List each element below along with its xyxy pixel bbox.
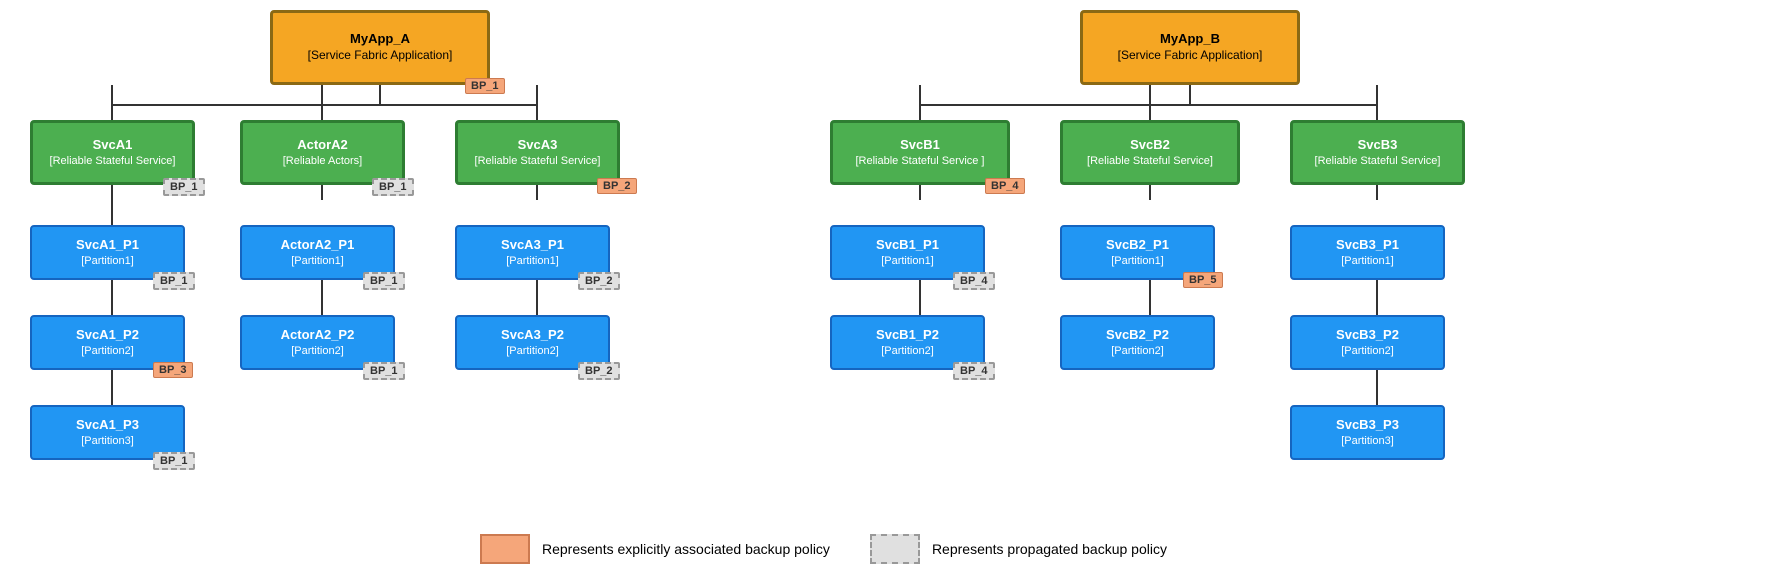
badge-svcb1: BP_4	[985, 178, 1025, 194]
partition-svcb3-p2: SvcB3_P2 [Partition2]	[1290, 315, 1445, 370]
badge-actora2-p2: BP_1	[363, 362, 405, 380]
svca1-p3-title: SvcA1_P3	[76, 417, 139, 434]
svca3-p1-title: SvcA3_P1	[501, 237, 564, 254]
app-myapp-b: MyApp_B [Service Fabric Application]	[1080, 10, 1300, 85]
actora2-subtitle: [Reliable Actors]	[283, 154, 362, 168]
app-myapp-a-title: MyApp_A	[350, 31, 410, 48]
svcb1-p1-subtitle: [Partition1]	[881, 254, 934, 268]
svcb3-p1-title: SvcB3_P1	[1336, 237, 1399, 254]
svcb3-title: SvcB3	[1358, 137, 1398, 154]
svcb1-p1-title: SvcB1_P1	[876, 237, 939, 254]
actora2-p2-title: ActorA2_P2	[281, 327, 355, 344]
legend-orange-label: Represents explicitly associated backup …	[542, 541, 830, 557]
svca3-title: SvcA3	[518, 137, 558, 154]
svca1-p1-subtitle: [Partition1]	[81, 254, 134, 268]
svcb1-subtitle: [Reliable Stateful Service ]	[855, 154, 984, 168]
service-svca1: SvcA1 [Reliable Stateful Service]	[30, 120, 195, 185]
svcb1-p2-subtitle: [Partition2]	[881, 344, 934, 358]
badge-svca3-p1: BP_2	[578, 272, 620, 290]
app-myapp-b-title: MyApp_B	[1160, 31, 1220, 48]
service-svcb3: SvcB3 [Reliable Stateful Service]	[1290, 120, 1465, 185]
badge-actora2-p1: BP_1	[363, 272, 405, 290]
svca1-p2-subtitle: [Partition2]	[81, 344, 134, 358]
svcb3-p1-subtitle: [Partition1]	[1341, 254, 1394, 268]
svcb2-p1-title: SvcB2_P1	[1106, 237, 1169, 254]
svcb3-p2-subtitle: [Partition2]	[1341, 344, 1394, 358]
svca3-p2-title: SvcA3_P2	[501, 327, 564, 344]
svcb3-p3-title: SvcB3_P3	[1336, 417, 1399, 434]
svcb1-p2-title: SvcB1_P2	[876, 327, 939, 344]
svcb1-title: SvcB1	[900, 137, 940, 154]
svca1-subtitle: [Reliable Stateful Service]	[50, 154, 176, 168]
actora2-p1-title: ActorA2_P1	[281, 237, 355, 254]
actora2-title: ActorA2	[297, 137, 348, 154]
badge-svca3: BP_2	[597, 178, 637, 194]
svcb2-p2-subtitle: [Partition2]	[1111, 344, 1164, 358]
svcb2-title: SvcB2	[1130, 137, 1170, 154]
app-myapp-b-subtitle: [Service Fabric Application]	[1118, 48, 1263, 64]
svcb3-subtitle: [Reliable Stateful Service]	[1315, 154, 1441, 168]
svca3-subtitle: [Reliable Stateful Service]	[475, 154, 601, 168]
badge-actora2: BP_1	[372, 178, 414, 196]
legend-gray: Represents propagated backup policy	[870, 534, 1167, 564]
legend-gray-label: Represents propagated backup policy	[932, 541, 1167, 557]
app-myapp-a-subtitle: [Service Fabric Application]	[308, 48, 453, 64]
svca1-p3-subtitle: [Partition3]	[81, 434, 134, 448]
badge-svcb2-p1: BP_5	[1183, 272, 1223, 288]
connectors	[0, 0, 1791, 579]
svcb3-p2-title: SvcB3_P2	[1336, 327, 1399, 344]
legend: Represents explicitly associated backup …	[480, 534, 1167, 564]
svcb2-subtitle: [Reliable Stateful Service]	[1087, 154, 1213, 168]
badge-svca1: BP_1	[163, 178, 205, 196]
legend-gray-box	[870, 534, 920, 564]
svca1-title: SvcA1	[93, 137, 133, 154]
badge-svcb1-p1: BP_4	[953, 272, 995, 290]
actora2-p2-subtitle: [Partition2]	[291, 344, 344, 358]
badge-svca1-p2: BP_3	[153, 362, 193, 378]
svca3-p1-subtitle: [Partition1]	[506, 254, 559, 268]
partition-svcb2-p2: SvcB2_P2 [Partition2]	[1060, 315, 1215, 370]
app-myapp-a: MyApp_A [Service Fabric Application]	[270, 10, 490, 85]
badge-svcb1-p2: BP_4	[953, 362, 995, 380]
badge-svca3-p2: BP_2	[578, 362, 620, 380]
diagram: MyApp_A [Service Fabric Application] BP_…	[0, 0, 1791, 579]
actora2-p1-subtitle: [Partition1]	[291, 254, 344, 268]
svca1-p2-title: SvcA1_P2	[76, 327, 139, 344]
service-svcb2: SvcB2 [Reliable Stateful Service]	[1060, 120, 1240, 185]
svca3-p2-subtitle: [Partition2]	[506, 344, 559, 358]
svcb3-p3-subtitle: [Partition3]	[1341, 434, 1394, 448]
badge-svca1-p1: BP_1	[153, 272, 195, 290]
service-svca3: SvcA3 [Reliable Stateful Service]	[455, 120, 620, 185]
service-actora2: ActorA2 [Reliable Actors]	[240, 120, 405, 185]
svcb2-p1-subtitle: [Partition1]	[1111, 254, 1164, 268]
svcb2-p2-title: SvcB2_P2	[1106, 327, 1169, 344]
service-svcb1: SvcB1 [Reliable Stateful Service ]	[830, 120, 1010, 185]
badge-svca1-p3: BP_1	[153, 452, 195, 470]
svca1-p1-title: SvcA1_P1	[76, 237, 139, 254]
legend-orange-box	[480, 534, 530, 564]
partition-svcb3-p1: SvcB3_P1 [Partition1]	[1290, 225, 1445, 280]
badge-myapp-a-bp1: BP_1	[465, 78, 505, 94]
legend-orange: Represents explicitly associated backup …	[480, 534, 830, 564]
partition-svcb3-p3: SvcB3_P3 [Partition3]	[1290, 405, 1445, 460]
